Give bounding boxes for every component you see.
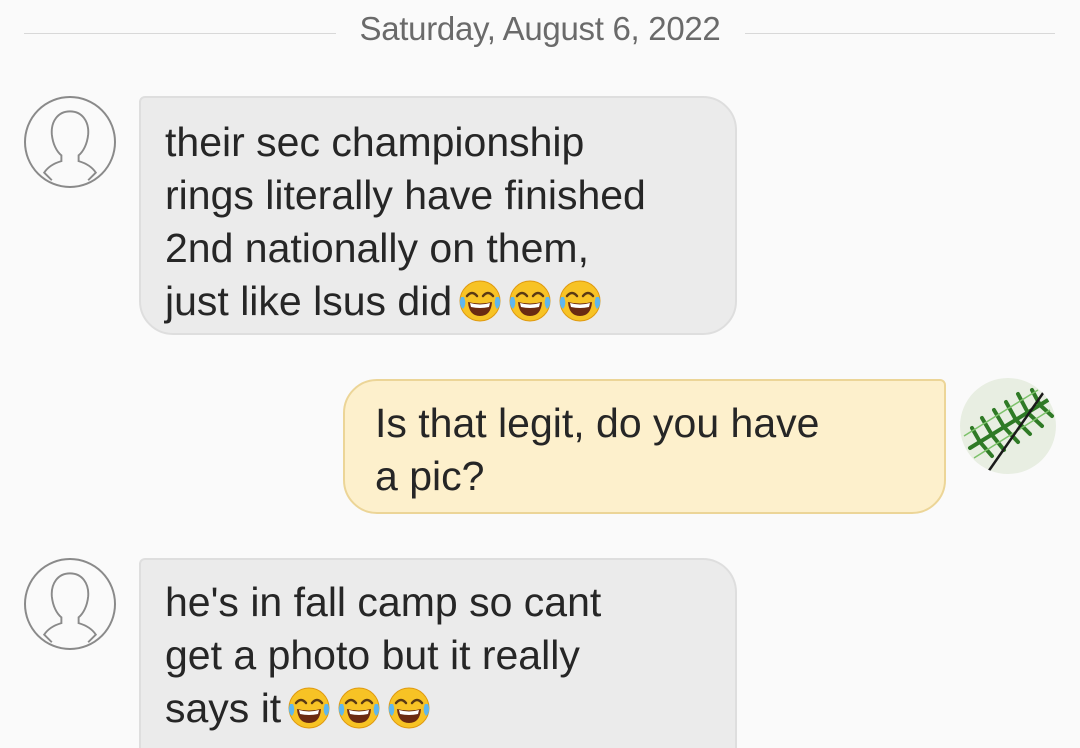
message-bubble-incoming[interactable]: their sec championship rings literally h… (139, 96, 737, 335)
message-text-line: rings literally have finished (165, 172, 646, 218)
message-text-line: get a photo but it really (165, 632, 580, 678)
message-text-line: their sec championship (165, 119, 585, 165)
message-text-line: just like lsus did (165, 278, 453, 324)
tears-of-joy-emoji-icon (387, 686, 431, 730)
message-text-line-with-emoji: says it (165, 682, 715, 735)
default-person-icon (42, 572, 98, 643)
message-text-line: a pic? (375, 453, 485, 499)
message-bubble-outgoing[interactable]: Is that legit, do you have a pic? (343, 379, 946, 514)
divider-line (24, 33, 336, 34)
tears-of-joy-emoji-icon (508, 279, 552, 323)
contact-avatar[interactable] (24, 96, 116, 188)
message-text-line-with-emoji: just like lsus did (165, 275, 715, 328)
default-person-icon (42, 110, 98, 181)
divider-line (745, 33, 1055, 34)
tears-of-joy-emoji-icon (287, 686, 331, 730)
tears-of-joy-emoji-icon (458, 279, 502, 323)
message-thread: Saturday, August 6, 2022 their sec champ… (0, 0, 1080, 748)
message-bubble-incoming[interactable]: he's in fall camp so cant get a photo bu… (139, 558, 737, 748)
date-separator: Saturday, August 6, 2022 (0, 8, 1080, 52)
tears-of-joy-emoji-icon (558, 279, 602, 323)
message-text-line: he's in fall camp so cant (165, 579, 602, 625)
own-avatar-fern-photo-icon[interactable] (960, 378, 1056, 474)
message-text-line: says it (165, 685, 282, 731)
contact-avatar[interactable] (24, 558, 116, 650)
date-label: Saturday, August 6, 2022 (359, 10, 721, 47)
tears-of-joy-emoji-icon (337, 686, 381, 730)
message-text-line: Is that legit, do you have (375, 400, 820, 446)
message-text-line: 2nd nationally on them, (165, 225, 589, 271)
